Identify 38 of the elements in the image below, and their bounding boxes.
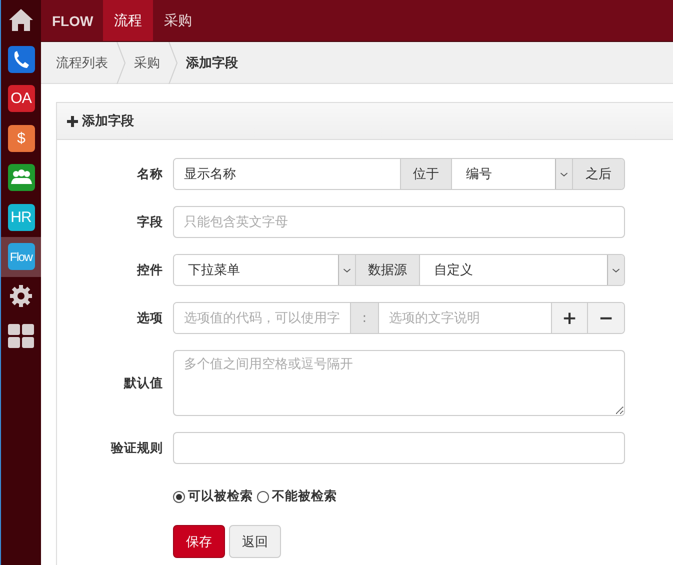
add-button[interactable]: +	[551, 303, 587, 333]
field-label: 字段	[136, 214, 163, 230]
input-group[interactable]: 显示名称 位于 编号 之后	[173, 158, 625, 190]
grid-icon[interactable]	[8, 324, 34, 348]
field-label: 验证规则	[110, 440, 163, 456]
field-label: 默认值	[122, 374, 163, 392]
caret-icon	[555, 159, 572, 189]
breadcrumb-link[interactable]: 采购	[134, 54, 160, 72]
phone-icon[interactable]	[8, 46, 34, 73]
brand-name[interactable]: FLOW	[41, 0, 104, 41]
save-button[interactable]: 保存	[173, 525, 225, 558]
input-addon: 之后	[572, 159, 624, 189]
input-group[interactable]: 选项值的代码，可以使用字 : 选项的文字说明 + −	[173, 302, 625, 334]
breadcrumb-link[interactable]: 流程列表	[56, 54, 108, 72]
breadcrumb-current: 添加字段	[186, 54, 238, 72]
nav-tab[interactable]: 采购	[153, 0, 204, 41]
select-field[interactable]: 编号	[451, 159, 572, 189]
text-area[interactable]: 多个值之间用空格或逗号隔开	[173, 350, 625, 416]
field-label: 选项	[136, 310, 163, 326]
input-addon: :	[350, 303, 378, 333]
panel-title: 添加字段	[82, 112, 134, 130]
app-tile[interactable]: OA	[8, 85, 34, 112]
remove-button[interactable]: −	[587, 303, 624, 333]
people-icon[interactable]	[8, 164, 34, 192]
nav-tab[interactable]: 流程	[103, 0, 154, 41]
field-label: 名称	[136, 166, 163, 182]
back-button[interactable]: 返回	[229, 525, 281, 558]
breadcrumb-separator-icon	[168, 42, 178, 84]
input-field[interactable]	[173, 432, 625, 464]
radio-button[interactable]: 可以被检索	[173, 488, 253, 505]
settings-icon[interactable]	[9, 284, 33, 308]
home-icon[interactable]	[8, 8, 34, 32]
input-addon: 位于	[400, 159, 451, 189]
breadcrumb-separator-icon	[116, 42, 126, 84]
radio-button[interactable]: 不能被检索	[257, 488, 337, 505]
field-label: 控件	[136, 262, 163, 278]
plus-icon	[67, 116, 78, 126]
input-field[interactable]: 只能包含英文字母	[173, 206, 625, 238]
